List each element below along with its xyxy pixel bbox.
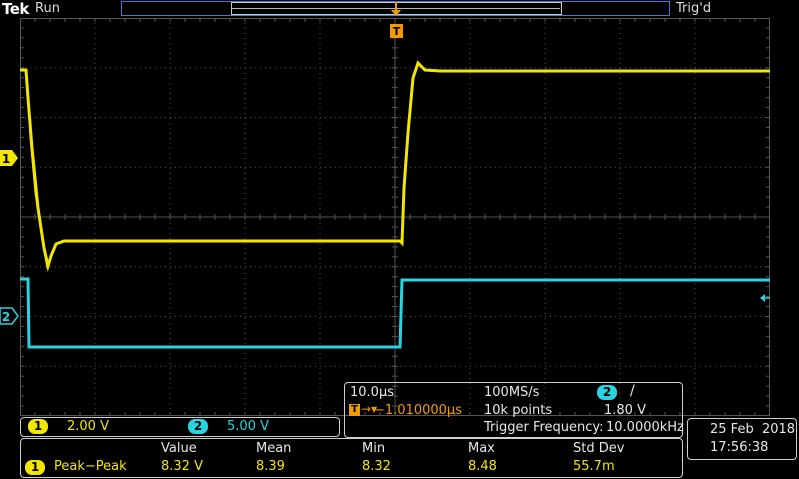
brand-logo: Tek	[2, 0, 29, 18]
trigger-source-badge[interactable]: 2	[597, 385, 617, 400]
ch1-level-marker[interactable]: 1	[0, 149, 20, 167]
meas-mean: 8.39	[256, 459, 285, 474]
date: 25 Feb 2018	[710, 422, 796, 437]
record-length: 10k points	[484, 403, 553, 418]
acquisition-state[interactable]: Run	[35, 1, 60, 16]
trigger-slope-icon[interactable]: /	[630, 383, 635, 399]
meas-max: 8.48	[468, 459, 497, 474]
meas-value: 8.32 V	[161, 459, 203, 474]
ch1-marker-label: 1	[2, 152, 10, 166]
trigger-level-marker[interactable]	[759, 292, 771, 304]
meas-header-std-dev: Std Dev	[573, 441, 625, 456]
meas-header-max: Max	[468, 441, 495, 456]
meas-std-dev: 55.7m	[573, 459, 615, 474]
ch2-level-marker[interactable]: 2	[0, 307, 20, 325]
trigger-level[interactable]: 1.80 V	[604, 403, 646, 418]
trigger-position-marker[interactable]: T	[388, 2, 406, 40]
meas-header-mean: Mean	[256, 441, 292, 456]
meas-header-value: Value	[161, 441, 197, 456]
waveform-display[interactable]	[20, 18, 770, 416]
meas-type[interactable]: Peak−Peak	[54, 459, 127, 474]
trigger-frequency-value: 10.0000kHz	[606, 420, 684, 435]
trigger-status: Trig'd	[676, 1, 712, 16]
ch2-marker-label: 2	[2, 310, 10, 324]
meas-header-min: Min	[362, 441, 386, 456]
meas-min: 8.32	[362, 459, 391, 474]
trigger-marker-label: T	[393, 25, 401, 38]
horizontal-scale[interactable]: 10.0µs	[350, 385, 394, 400]
ch1-badge[interactable]: 1	[28, 419, 48, 434]
trigger-position[interactable]: −1.010000µs	[374, 403, 462, 418]
ch2-scale[interactable]: 5.00 V	[227, 419, 269, 434]
ch1-scale[interactable]: 2.00 V	[67, 419, 109, 434]
sample-rate: 100MS/s	[484, 385, 540, 400]
time: 17:56:38	[710, 440, 769, 455]
ch2-badge[interactable]: 2	[188, 419, 208, 434]
trigger-t-icon: T	[349, 404, 360, 416]
trigger-frequency-label: Trigger Frequency:	[484, 420, 604, 435]
meas-source-badge[interactable]: 1	[25, 460, 45, 475]
